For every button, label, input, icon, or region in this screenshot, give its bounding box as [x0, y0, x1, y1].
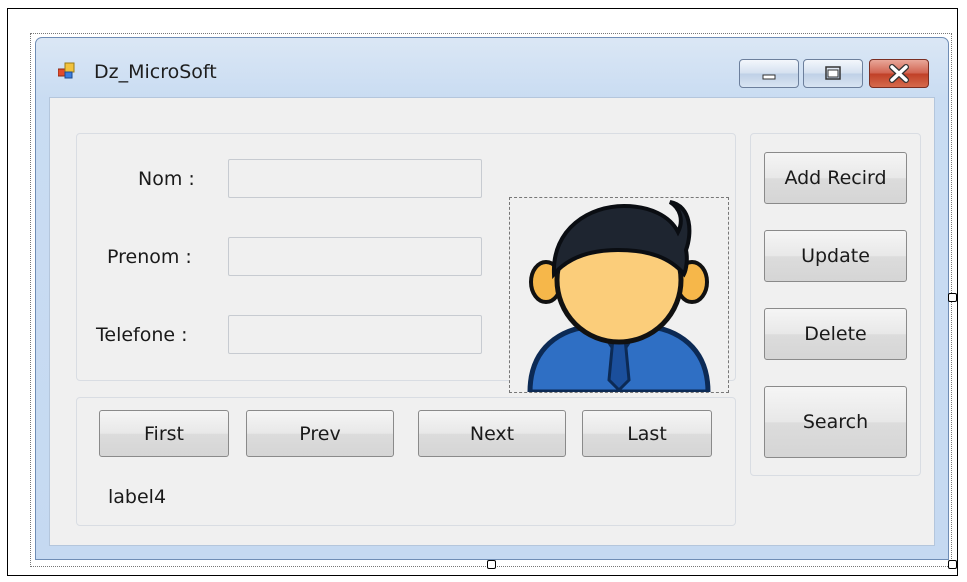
telefone-label: Telefone : [96, 324, 188, 346]
maximize-icon [825, 66, 841, 80]
update-button[interactable]: Update [764, 230, 907, 282]
prenom-label: Prenom : [107, 246, 192, 268]
title-bar[interactable]: Dz_MicroSoft [36, 38, 948, 98]
telefone-input[interactable] [228, 315, 482, 354]
last-button[interactable]: Last [582, 410, 712, 457]
close-icon [889, 64, 909, 83]
search-button[interactable]: Search [764, 386, 907, 458]
photo-picturebox[interactable] [509, 197, 729, 395]
resize-handle-corner[interactable] [948, 560, 957, 569]
add-record-button[interactable]: Add Recird [764, 152, 907, 204]
minimize-icon [762, 74, 776, 80]
prenom-input[interactable] [228, 237, 482, 276]
nom-input[interactable] [228, 159, 482, 198]
first-button[interactable]: First [99, 410, 229, 457]
close-button[interactable] [869, 59, 929, 88]
nom-label: Nom : [138, 168, 195, 190]
app-window: Dz_MicroSoft Nom : Prenom : Telefone : F… [35, 37, 949, 560]
next-button[interactable]: Next [418, 410, 566, 457]
minimize-button[interactable] [739, 59, 799, 88]
resize-handle-bottom[interactable] [487, 560, 496, 569]
status-label: label4 [108, 486, 167, 508]
form-client-area: Nom : Prenom : Telefone : First Prev Nex… [49, 97, 935, 546]
maximize-button[interactable] [803, 59, 863, 88]
window-title: Dz_MicroSoft [94, 61, 217, 83]
delete-button[interactable]: Delete [764, 308, 907, 360]
app-icon [58, 62, 75, 79]
prev-button[interactable]: Prev [246, 410, 394, 457]
resize-handle-right[interactable] [948, 293, 957, 302]
user-avatar-icon [527, 200, 711, 395]
